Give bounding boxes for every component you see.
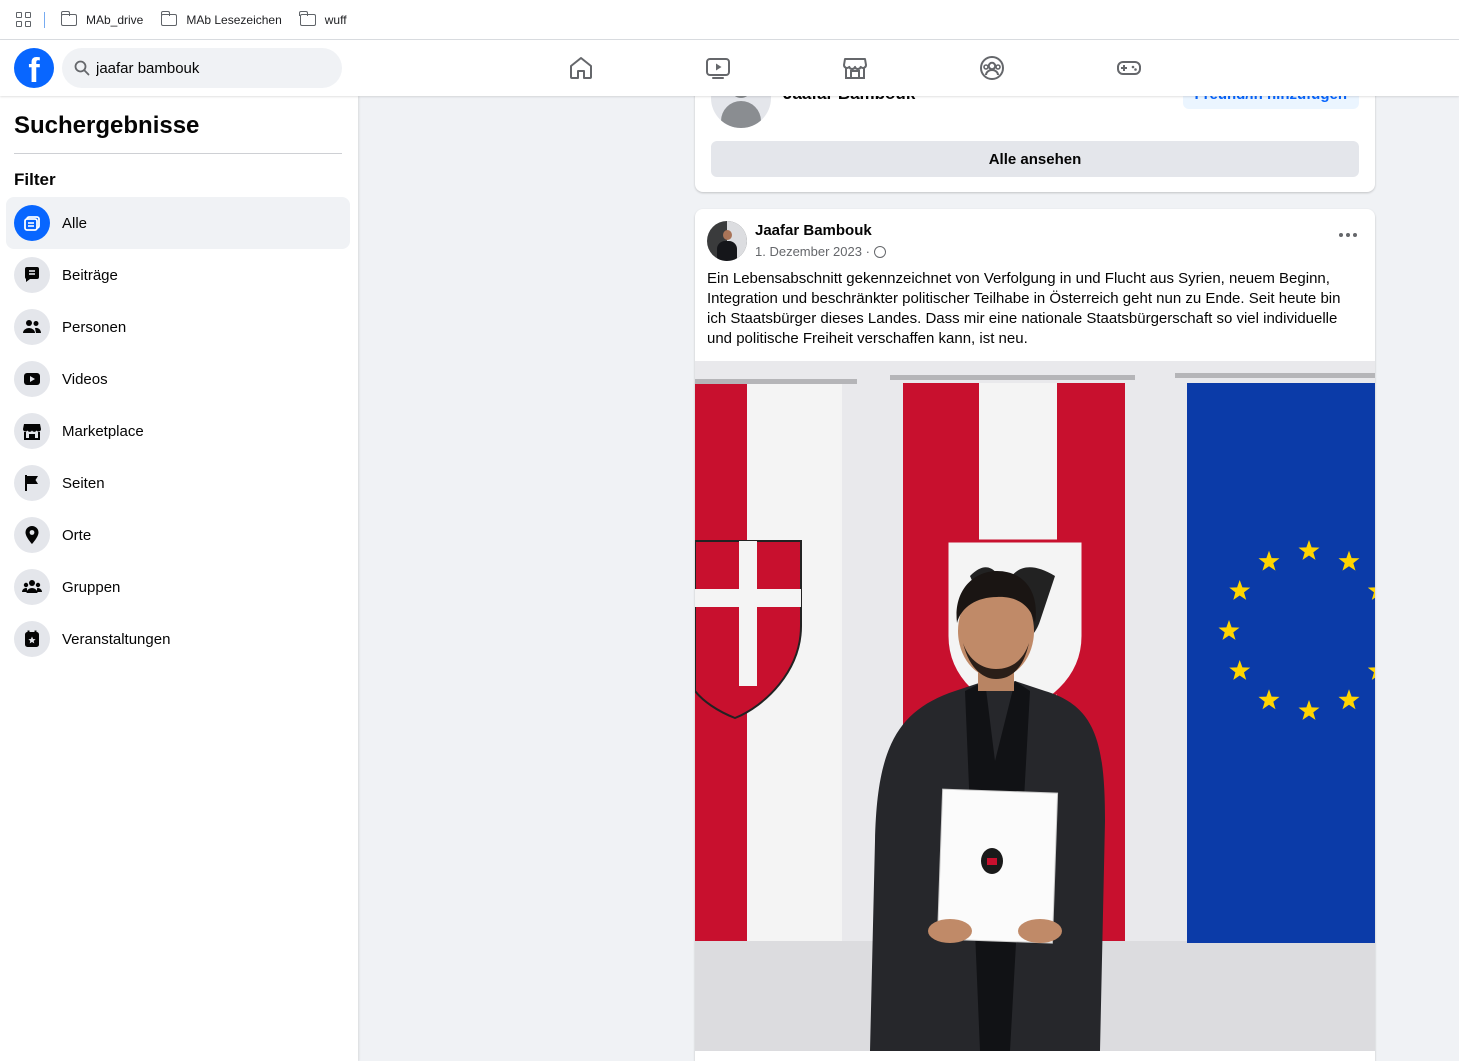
groups-icon	[14, 569, 50, 605]
search-icon	[74, 60, 90, 76]
post-photo[interactable]	[695, 361, 1375, 1051]
bookmark-mab-lesezeichen[interactable]: MAb Lesezeichen	[160, 10, 282, 27]
bookmark-label: MAb_drive	[86, 12, 144, 27]
dot-icon	[1353, 233, 1357, 237]
filter-list: Alle Beiträge Personen Videos Marketplac…	[6, 197, 350, 665]
bookmarks-bar: MAb_drive MAb Lesezeichen wuff	[0, 0, 1459, 40]
search-input[interactable]	[96, 59, 316, 77]
groups-tab[interactable]	[923, 40, 1060, 96]
nav-tabs	[512, 40, 1197, 96]
video-tab[interactable]	[649, 40, 786, 96]
filter-item-seiten[interactable]: Seiten	[6, 457, 350, 509]
filter-item-alle[interactable]: Alle	[6, 197, 350, 249]
filter-item-label: Videos	[62, 370, 108, 388]
posts-icon	[14, 257, 50, 293]
filter-item-marketplace[interactable]: Marketplace	[6, 405, 350, 457]
home-icon	[569, 57, 592, 79]
filter-item-label: Gruppen	[62, 578, 121, 596]
filter-heading: Filter	[14, 170, 56, 189]
filter-item-label: Beiträge	[62, 266, 118, 284]
top-navigation: f	[0, 40, 1459, 96]
facebook-logo[interactable]: f	[14, 48, 54, 88]
author-avatar[interactable]	[707, 221, 747, 261]
people-results-card: Jaafar Bambouk Freund/in hinzufügen Alle…	[695, 80, 1375, 192]
post-date-text: 1. Dezember 2023 ·	[755, 244, 870, 259]
filter-item-label: Orte	[62, 526, 92, 544]
post-card: Jaafar Bambouk 1. Dezember 2023 · Ein Le…	[695, 209, 1375, 1061]
sidebar-title: Suchergebnisse	[14, 112, 200, 139]
apps-grid-icon[interactable]	[16, 11, 32, 28]
more-options-button[interactable]	[1339, 233, 1357, 237]
sidebar-divider	[14, 153, 342, 154]
marketplace-tab[interactable]	[786, 40, 923, 96]
see-all-button[interactable]: Alle ansehen	[711, 141, 1359, 177]
filter-item-label: Seiten	[62, 474, 105, 492]
home-tab[interactable]	[512, 40, 649, 96]
video-icon	[14, 361, 50, 397]
filter-item-label: Marketplace	[62, 422, 144, 440]
bookmark-mab-drive[interactable]: MAb_drive	[60, 10, 144, 27]
gaming-tab[interactable]	[1060, 40, 1197, 96]
dot-icon	[1339, 233, 1343, 237]
filter-item-personen[interactable]: Personen	[6, 301, 350, 353]
post-text: Ein Lebensabschnitt gekennzeichnet von V…	[707, 270, 1341, 347]
calendar-star-icon	[14, 621, 50, 657]
folder-icon	[60, 10, 77, 26]
filter-item-videos[interactable]: Videos	[6, 353, 350, 405]
people-icon	[14, 309, 50, 345]
bookmark-label: MAb Lesezeichen	[186, 12, 282, 27]
store-icon	[842, 58, 867, 79]
folder-icon	[160, 10, 178, 26]
post-author-name[interactable]: Jaafar Bambouk	[755, 222, 872, 239]
all-results-icon	[14, 205, 50, 241]
filter-item-gruppen[interactable]: Gruppen	[6, 561, 350, 613]
dot-icon	[1346, 233, 1350, 237]
search-filter-sidebar: Suchergebnisse Filter Alle Beiträge Pers…	[0, 96, 358, 1061]
flag-icon	[14, 465, 50, 501]
groups-circle-icon	[979, 56, 1004, 80]
marketplace-icon	[14, 413, 50, 449]
bookmark-wuff[interactable]: wuff	[299, 10, 347, 27]
filter-item-label: Personen	[62, 318, 127, 336]
location-pin-icon	[14, 517, 50, 553]
filter-item-label: Alle	[62, 214, 88, 232]
bookmarks-separator	[44, 11, 45, 28]
filter-item-veranstaltungen[interactable]: Veranstaltungen	[6, 613, 350, 665]
filter-item-orte[interactable]: Orte	[6, 509, 350, 561]
bookmark-label: wuff	[324, 12, 347, 27]
filter-item-beitraege[interactable]: Beiträge	[6, 249, 350, 301]
gamepad-icon	[1116, 61, 1141, 75]
post-timestamp[interactable]: 1. Dezember 2023 ·	[755, 244, 886, 259]
search-box[interactable]	[62, 48, 342, 88]
video-play-icon	[705, 58, 730, 79]
globe-icon	[873, 245, 886, 258]
folder-icon	[299, 10, 316, 26]
filter-item-label: Veranstaltungen	[62, 630, 171, 648]
